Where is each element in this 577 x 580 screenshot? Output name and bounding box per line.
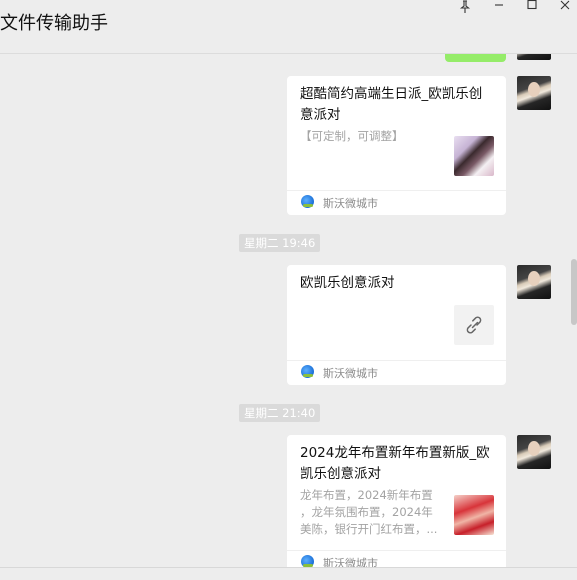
- card-title: 欧凯乐创意派对: [300, 275, 395, 291]
- input-area-border: [0, 567, 577, 580]
- link-icon: [466, 316, 482, 334]
- avatar[interactable]: [517, 76, 551, 110]
- card-footer: 斯沃微城市: [287, 190, 506, 215]
- card-description: 【可定制，可调整】: [300, 129, 404, 143]
- mini-program-icon: [301, 195, 314, 208]
- chat-title: 文件传输助手: [0, 13, 108, 34]
- link-card[interactable]: 2024龙年布置新年布置新版_欧凯乐创意派对 龙年布置，2024新年布置 ，龙年…: [287, 435, 506, 567]
- card-title: 超酷简约高端生日派_欧凯乐创意派对: [300, 86, 483, 123]
- title-bar: 文件传输助手: [0, 0, 577, 54]
- card-description-line: ，龙年氛围布置，2024年: [300, 505, 433, 519]
- card-source: 斯沃微城市: [323, 197, 378, 210]
- chat-area[interactable]: 超酷简约高端生日派_欧凯乐创意派对 【可定制，可调整】 斯沃微城市 星期二 19…: [0, 54, 577, 567]
- scrollbar[interactable]: [571, 259, 577, 325]
- link-card[interactable]: 超酷简约高端生日派_欧凯乐创意派对 【可定制，可调整】 斯沃微城市: [287, 76, 506, 215]
- maximize-icon[interactable]: [523, 0, 541, 14]
- party-thumbnail: [454, 136, 494, 176]
- card-description-line: 美陈，银行开门红布置，...: [300, 522, 438, 536]
- sent-text-bubble[interactable]: [445, 54, 506, 62]
- avatar[interactable]: [517, 265, 551, 299]
- message-timestamp: 星期二 21:40: [239, 404, 321, 422]
- avatar[interactable]: [517, 54, 551, 60]
- card-description-line: 龙年布置，2024新年布置: [300, 488, 433, 502]
- pin-icon[interactable]: [456, 0, 474, 14]
- link-card[interactable]: 欧凯乐创意派对 斯沃微城市: [287, 265, 506, 385]
- card-title: 2024龙年布置新年布置新版_欧凯乐创意派对: [300, 445, 490, 482]
- card-source: 斯沃微城市: [323, 367, 378, 380]
- close-icon[interactable]: [556, 0, 574, 14]
- mini-program-icon: [301, 555, 314, 567]
- link-thumbnail: [454, 305, 494, 345]
- card-source: 斯沃微城市: [323, 557, 378, 567]
- card-footer: 斯沃微城市: [287, 550, 506, 567]
- mini-program-icon: [301, 365, 314, 378]
- avatar[interactable]: [517, 435, 551, 469]
- card-description: 龙年布置，2024新年布置 ，龙年氛围布置，2024年 美陈，银行开门红布置，.…: [300, 487, 446, 538]
- card-footer: 斯沃微城市: [287, 360, 506, 385]
- message-timestamp: 星期二 19:46: [239, 234, 321, 252]
- minimize-icon[interactable]: [490, 0, 508, 14]
- newyear-thumbnail: [454, 495, 494, 535]
